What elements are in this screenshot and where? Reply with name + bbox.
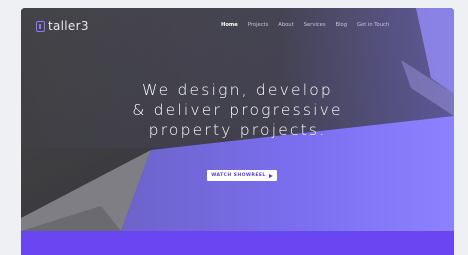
logo-icon — [36, 20, 45, 32]
main-navigation: Home Projects About Services Blog Get in… — [221, 19, 399, 31]
headline-line-1: We design, develop — [142, 81, 333, 99]
site-logo[interactable]: taller3 — [36, 18, 89, 34]
nav-item-services[interactable]: Services — [304, 19, 326, 31]
logo-text: taller3 — [48, 19, 89, 33]
nav-item-about[interactable]: About — [278, 19, 293, 31]
nav-item-projects[interactable]: Projects — [248, 19, 268, 31]
play-icon — [268, 173, 273, 178]
watch-showreel-button[interactable]: WATCH SHOWREEL — [207, 170, 277, 181]
headline-line-3: property projects. — [148, 121, 327, 139]
watch-showreel-label: WATCH SHOWREEL — [211, 173, 266, 178]
purple-section-band — [21, 231, 454, 255]
nav-item-get-in-touch[interactable]: Get in Touch — [357, 19, 389, 31]
browser-viewport: taller3 Home Projects About Services Blo… — [21, 8, 454, 255]
nav-item-home[interactable]: Home — [221, 19, 238, 31]
headline-line-2: & deliver progressive — [132, 101, 343, 119]
nav-item-blog[interactable]: Blog — [336, 19, 347, 31]
hero-headline: We design, develop & deliver progressive… — [21, 80, 454, 140]
